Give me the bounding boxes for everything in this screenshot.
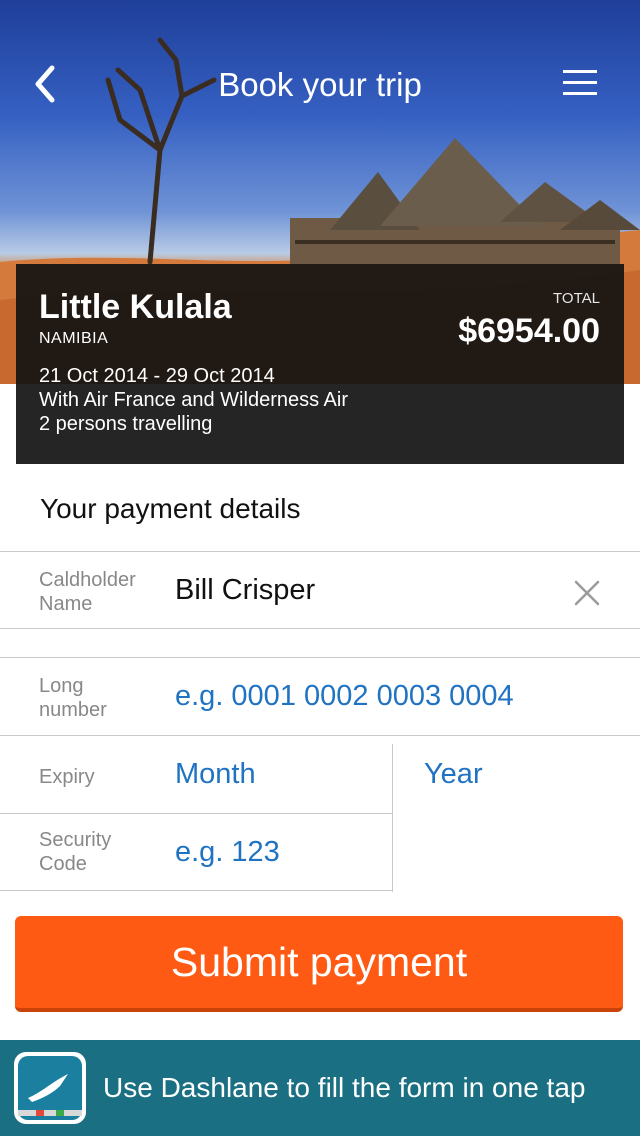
cardholder-row[interactable]: Caldholder Name Bill Crisper <box>0 551 640 629</box>
expiry-row[interactable]: Expiry Month Year <box>0 735 640 813</box>
trip-airlines: With Air France and Wilderness Air <box>39 389 348 411</box>
trip-summary-card: Little Kulala NAMIBIA TOTAL $6954.00 21 … <box>16 264 624 464</box>
card-number-input[interactable]: e.g. 0001 0002 0003 0004 <box>175 680 514 713</box>
hamburger-line <box>563 92 597 95</box>
hamburger-menu-icon <box>563 70 597 73</box>
submit-payment-button[interactable]: Submit payment <box>15 916 623 1012</box>
close-icon <box>574 580 600 606</box>
trip-travellers: 2 persons travelling <box>39 413 213 435</box>
cardholder-label: Caldholder Name <box>39 568 136 616</box>
total-amount: $6954.00 <box>458 312 600 350</box>
top-navigation-bar: Book your trip <box>0 0 640 170</box>
menu-button[interactable] <box>563 70 603 100</box>
dashlane-text: Use Dashlane to fill the form in one tap <box>103 1072 586 1103</box>
total-label: TOTAL <box>553 290 600 307</box>
dashlane-banner[interactable]: Use Dashlane to fill the form in one tap <box>0 1040 640 1136</box>
cardholder-label-line1: Caldholder <box>39 569 136 591</box>
payment-section-title: Your payment details <box>40 493 301 524</box>
dashlane-logo-graphic <box>18 1056 82 1120</box>
expiry-month-select[interactable]: Month <box>175 758 256 791</box>
card-number-row[interactable]: Long number e.g. 0001 0002 0003 0004 <box>0 657 640 735</box>
card-number-label-line2: number <box>39 699 107 721</box>
clear-field-button[interactable] <box>572 578 602 608</box>
security-code-input[interactable]: e.g. 123 <box>175 836 280 869</box>
cardholder-label-line2: Name <box>39 593 93 615</box>
column-divider <box>392 744 393 892</box>
expiry-label: Expiry <box>39 766 95 788</box>
security-code-label: Security Code <box>39 828 111 876</box>
security-label-line1: Security <box>39 829 112 851</box>
hamburger-line <box>563 81 597 84</box>
card-number-label-line1: Long <box>39 675 84 697</box>
trip-details: 21 Oct 2014 - 29 Oct 2014 With Air Franc… <box>39 364 348 436</box>
trip-dates: 21 Oct 2014 - 29 Oct 2014 <box>39 365 275 387</box>
expiry-year-select[interactable]: Year <box>424 758 483 791</box>
security-code-row[interactable]: Security Code e.g. 123 <box>0 813 393 891</box>
card-number-label: Long number <box>39 674 107 722</box>
page-title: Book your trip <box>218 66 422 103</box>
cardholder-name-field[interactable]: Bill Crisper <box>175 574 315 607</box>
trip-name: Little Kulala <box>39 288 232 326</box>
dashlane-logo-icon <box>14 1052 86 1124</box>
security-label-line2: Code <box>39 853 87 875</box>
trip-country: NAMIBIA <box>39 330 109 347</box>
